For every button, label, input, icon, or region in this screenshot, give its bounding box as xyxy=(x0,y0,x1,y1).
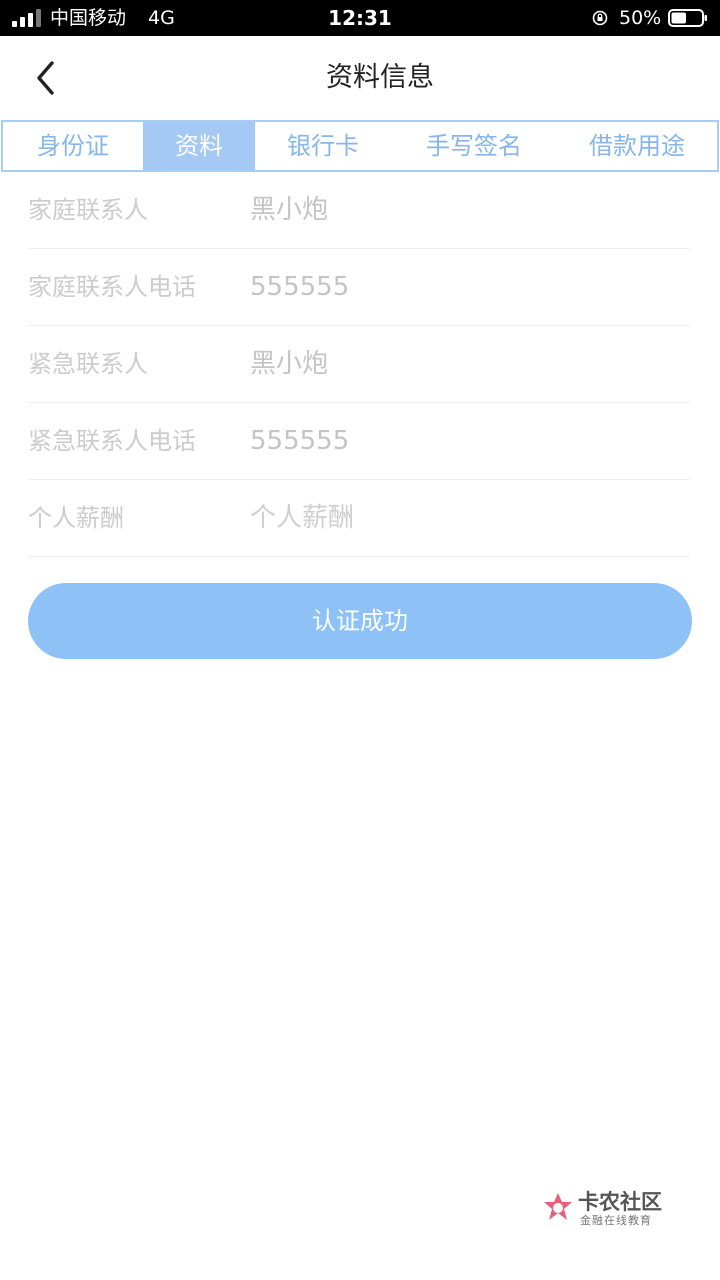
form-row-emergency-phone: 紧急联系人电话 555555 xyxy=(28,403,690,480)
emergency-phone-field[interactable]: 555555 xyxy=(250,423,349,459)
form-row-emergency-contact: 紧急联系人 黑小炮 xyxy=(28,326,690,403)
salary-field[interactable]: 个人薪酬 xyxy=(250,500,354,536)
form-row-family-phone: 家庭联系人电话 555555 xyxy=(28,249,690,326)
family-phone-label: 家庭联系人电话 xyxy=(28,273,196,301)
screen: 中国移动 4G 12:31 50% 资料信息 身份证 资料 银行卡 手写签名 借… xyxy=(0,0,720,1280)
salary-label: 个人薪酬 xyxy=(28,504,124,532)
emergency-contact-field[interactable]: 黑小炮 xyxy=(250,346,328,382)
tab-loan-purpose[interactable]: 借款用途 xyxy=(557,122,717,170)
tab-profile[interactable]: 资料 xyxy=(143,122,255,170)
tab-id-card[interactable]: 身份证 xyxy=(3,122,143,170)
tab-signature[interactable]: 手写签名 xyxy=(391,122,557,170)
tab-bank-card[interactable]: 银行卡 xyxy=(255,122,391,170)
battery-percent: 50% xyxy=(619,7,662,29)
status-bar: 中国移动 4G 12:31 50% xyxy=(0,0,720,36)
watermark-subtitle: 金融在线教育 xyxy=(580,1214,652,1227)
kanong-logo-icon xyxy=(544,1193,572,1220)
clock: 12:31 xyxy=(328,6,392,30)
page-title: 资料信息 xyxy=(326,62,434,93)
form-row-salary: 个人薪酬 个人薪酬 xyxy=(28,480,690,557)
emergency-contact-label: 紧急联系人 xyxy=(28,350,148,378)
profile-form: 家庭联系人 黑小炮 家庭联系人电话 555555 紧急联系人 黑小炮 紧急联系人… xyxy=(28,172,690,557)
tab-bar: 身份证 资料 银行卡 手写签名 借款用途 xyxy=(1,120,719,172)
watermark: 卡农社区 金融在线教育 xyxy=(540,1190,670,1230)
verified-button[interactable]: 认证成功 xyxy=(28,583,692,659)
emergency-phone-label: 紧急联系人电话 xyxy=(28,427,196,455)
battery-icon xyxy=(668,9,707,27)
nav-bar: 资料信息 xyxy=(0,36,720,120)
family-contact-field[interactable]: 黑小炮 xyxy=(250,192,328,228)
rotation-lock-icon xyxy=(592,10,608,26)
family-phone-field[interactable]: 555555 xyxy=(250,269,349,305)
form-row-family-contact: 家庭联系人 黑小炮 xyxy=(28,172,690,249)
watermark-title: 卡农社区 xyxy=(578,1190,662,1214)
family-contact-label: 家庭联系人 xyxy=(28,196,148,224)
